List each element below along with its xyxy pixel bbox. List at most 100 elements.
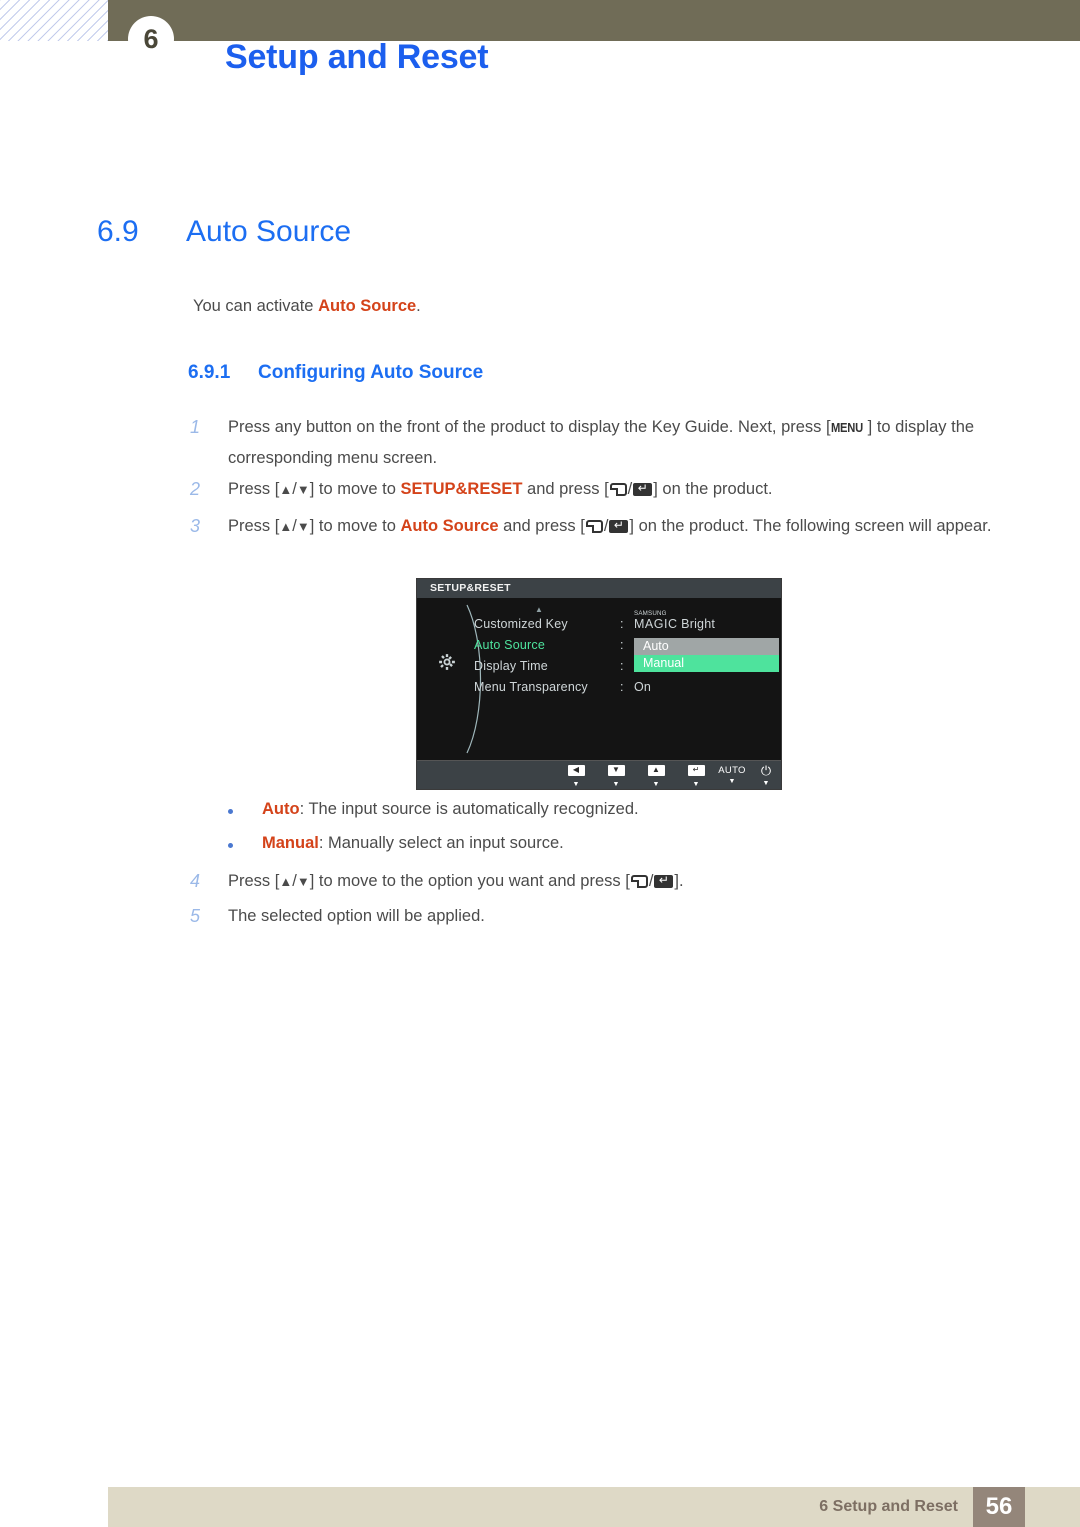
- down-arrow-icon: ▼: [607, 765, 625, 776]
- enter-icon: ↵: [687, 765, 705, 776]
- bullet-desc: : The input source is automatically reco…: [299, 800, 639, 818]
- step-highlight: Auto Source: [400, 517, 499, 535]
- key-caret-icon: ▼: [728, 778, 736, 785]
- section-title: Auto Source: [186, 215, 352, 248]
- key-guide-power[interactable]: ⏻ ▼: [751, 763, 781, 788]
- key-guide-up[interactable]: ▲ ▼: [641, 765, 671, 789]
- header-bar: [108, 0, 1080, 41]
- step-text-part: ] to move to: [309, 517, 401, 535]
- osd-row-label: Customized Key: [474, 617, 568, 631]
- up-arrow-icon: [279, 517, 292, 535]
- step-text-part: Press any button on the front of the pro…: [228, 418, 831, 436]
- osd-auto-source-dropdown[interactable]: Auto Manual: [634, 638, 779, 672]
- intro-paragraph: You can activate Auto Source.: [193, 297, 421, 316]
- key-caret-icon: ▼: [572, 781, 580, 788]
- step-text-part: ] to move to: [309, 480, 401, 498]
- bullet-term: Manual: [262, 834, 319, 852]
- auto-label: AUTO: [718, 765, 746, 776]
- osd-row-customized-key[interactable]: Customized Key : SAMSUNG MAGIC Bright: [474, 610, 779, 638]
- osd-row-colon: :: [620, 680, 624, 694]
- magicbright-logo: SAMSUNG MAGIC: [634, 610, 678, 631]
- step-text: Press [ / ] to move to Auto Source and pre…: [228, 511, 1010, 542]
- step-text-part: ].: [674, 872, 684, 890]
- list-item-auto: Auto: The input source is automatically …: [228, 800, 639, 819]
- step-index: 1: [190, 417, 201, 437]
- enter-button-icon: [654, 874, 674, 888]
- osd-key-guide-bar: ◀ ▼ ▼ ▼ ▲ ▼ ↵ ▼ AUTO ▼ ⏻ ▼: [417, 760, 781, 789]
- bullet-term: Auto: [262, 800, 300, 818]
- key-caret-icon: ▼: [762, 780, 770, 787]
- power-icon: ⏻: [760, 763, 772, 778]
- bullet-desc: : Manually select an input source.: [318, 834, 564, 852]
- step-highlight: SETUP&RESET: [400, 480, 523, 498]
- step-text-part: ] on the product.: [653, 480, 773, 498]
- enter-button-icon: [633, 482, 653, 496]
- step-index: 5: [190, 906, 201, 926]
- key-caret-icon: ▼: [612, 781, 620, 788]
- step-text-part: /: [603, 517, 609, 535]
- osd-scroll-up-caret: ▲: [535, 605, 543, 614]
- left-arrow-icon: ◀: [567, 765, 585, 776]
- step-item-1: 1 Press any button on the front of the p…: [190, 412, 1010, 474]
- step-text: Press any button on the front of the pro…: [228, 412, 1010, 474]
- down-arrow-icon: [297, 517, 310, 535]
- osd-row-label: Display Time: [474, 659, 548, 673]
- magic-word: MAGIC: [634, 617, 678, 631]
- gear-icon: [439, 654, 455, 670]
- dropdown-option-auto[interactable]: Auto: [634, 638, 779, 655]
- step-item-2: 2 Press [/] to move to SETUP&RESET and p…: [190, 474, 1010, 505]
- source-button-icon: [585, 520, 603, 533]
- dropdown-option-manual[interactable]: Manual: [634, 655, 779, 672]
- intro-highlight: Auto Source: [318, 297, 417, 315]
- intro-prefix: You can activate: [193, 297, 319, 315]
- step-text-part: Press [: [228, 480, 280, 498]
- key-guide-enter[interactable]: ↵ ▼: [681, 765, 711, 789]
- step-text-part: /: [648, 872, 654, 890]
- step-text-part: /: [627, 480, 633, 498]
- key-guide-left[interactable]: ◀ ▼: [561, 765, 591, 789]
- bullet-dot-icon: [228, 843, 233, 848]
- corner-hatch-decoration: [0, 0, 108, 41]
- up-arrow-icon: [279, 480, 292, 498]
- step-item-4: 4 Press [/] to move to the option you wa…: [190, 866, 1010, 897]
- menu-key-label: MENU: [830, 420, 863, 435]
- footer-page-number: 56: [973, 1487, 1025, 1527]
- up-arrow-icon: ▲: [647, 765, 665, 776]
- step-index: 4: [190, 871, 201, 891]
- samsung-superscript: SAMSUNG: [634, 610, 667, 617]
- enter-button-icon: [609, 519, 629, 533]
- osd-row-colon: :: [620, 617, 624, 631]
- key-caret-icon: ▼: [692, 781, 700, 788]
- key-guide-down[interactable]: ▼ ▼: [601, 765, 631, 789]
- osd-row-label: Menu Transparency: [474, 680, 588, 694]
- step-text: Press [/] to move to the option you want…: [228, 866, 1010, 897]
- subsection-number: 6.9.1: [188, 362, 231, 383]
- step-text: Press [/] to move to SETUP&RESET and pre…: [228, 474, 1010, 505]
- step-text-part: Press [: [228, 872, 280, 890]
- step-text-part: and press [: [498, 517, 585, 535]
- source-button-icon: [630, 875, 648, 888]
- footer-chapter-label: 6 Setup and Reset: [819, 1498, 958, 1515]
- down-arrow-icon: [297, 872, 310, 890]
- step-text-part: Press [: [228, 517, 280, 535]
- list-item-manual: Manual: Manually select an input source.: [228, 834, 564, 853]
- osd-row-menu-transparency[interactable]: Menu Transparency : On: [474, 680, 779, 701]
- osd-row-label: Auto Source: [474, 638, 545, 652]
- bullet-text: Auto: The input source is automatically …: [262, 800, 639, 819]
- step-text: The selected option will be applied.: [228, 907, 485, 925]
- step-index: 3: [190, 516, 201, 536]
- bullet-dot-icon: [228, 809, 233, 814]
- intro-suffix: .: [416, 297, 421, 315]
- osd-row-value: SAMSUNG MAGIC Bright: [634, 610, 715, 631]
- osd-screenshot: SETUP&RESET ▲ Customized Key : SAMSUNG MA…: [416, 578, 782, 790]
- down-arrow-icon: [297, 480, 310, 498]
- osd-row-colon: :: [620, 659, 624, 673]
- bullet-text: Manual: Manually select an input source.: [262, 834, 564, 853]
- key-guide-auto[interactable]: AUTO ▼: [717, 765, 747, 786]
- up-arrow-icon: [279, 872, 292, 890]
- step-item-3: 3 Press [ / ] to move to Auto Source and p…: [190, 511, 1010, 542]
- section-number: 6.9: [97, 215, 139, 248]
- osd-row-colon: :: [620, 638, 624, 652]
- chapter-number-badge: 6: [128, 16, 174, 62]
- step-text-part: ] on the product. The following screen w…: [629, 517, 992, 535]
